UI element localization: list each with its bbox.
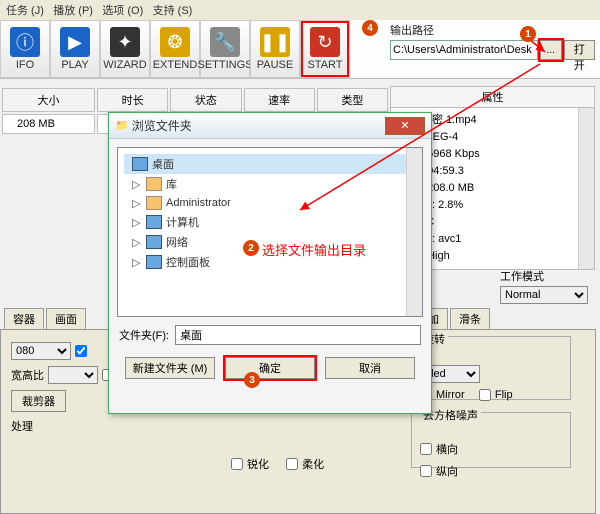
dialog-title: 浏览文件夹 xyxy=(132,117,385,134)
annotation-dot-3: 3 xyxy=(244,372,260,388)
rotation-group: 旋转 bled Mirror Flip xyxy=(411,336,571,400)
wand-icon: ✦ xyxy=(110,27,140,57)
folder-tree[interactable]: 桌面 ▷库 ▷Administrator ▷计算机 ▷网络 ▷控制面板 xyxy=(117,147,423,317)
start-button[interactable]: ↻START xyxy=(300,20,350,78)
crop-button[interactable]: 裁剪器 xyxy=(11,390,66,412)
menubar: 任务 (J) 播放 (P) 选项 (O) 支持 (S) xyxy=(0,0,600,20)
info-button[interactable]: ⓘIFO xyxy=(0,20,50,78)
flip-checkbox[interactable] xyxy=(479,389,491,401)
folder-icon xyxy=(146,196,162,210)
denoise-group: 去方格噪声 横向 纵向 xyxy=(411,412,571,468)
aspect-select[interactable] xyxy=(48,366,98,384)
new-folder-button[interactable]: 新建文件夹 (M) xyxy=(125,357,215,379)
expand-icon[interactable]: ▷ xyxy=(132,236,142,249)
expand-icon[interactable]: ▷ xyxy=(132,197,142,210)
browse-button[interactable]: ... xyxy=(540,40,562,60)
col-type[interactable]: 类型 xyxy=(317,88,388,112)
workmode-select[interactable]: Normal xyxy=(500,286,588,304)
settings-button[interactable]: 🔧SETTINGS xyxy=(200,20,250,78)
tree-node-computer[interactable]: ▷计算机 xyxy=(124,212,416,232)
scrollbar[interactable] xyxy=(578,108,594,269)
workmode-group: 工作模式 Normal xyxy=(500,268,588,304)
tree-node-lib[interactable]: ▷库 xyxy=(124,174,416,194)
desktop-icon xyxy=(132,157,148,171)
cp-icon xyxy=(146,255,162,269)
close-icon: ✕ xyxy=(400,119,409,132)
properties-header: 属性 xyxy=(390,86,595,108)
tree-node-desktop[interactable]: 桌面 xyxy=(124,154,416,174)
col-rate[interactable]: 速率 xyxy=(244,88,315,112)
folder-field-input[interactable] xyxy=(175,325,421,345)
menu-play[interactable]: 播放 (P) xyxy=(53,5,93,17)
output-path-label: 输出路径 xyxy=(390,22,595,38)
workmode-label: 工作模式 xyxy=(500,268,588,284)
col-duration[interactable]: 时长 xyxy=(97,88,168,112)
open-button[interactable]: 打开 xyxy=(564,40,595,60)
folder-icon: 📁 xyxy=(115,119,129,132)
cancel-button[interactable]: 取消 xyxy=(325,357,415,379)
browse-folder-dialog: 📁 浏览文件夹 ✕ 桌面 ▷库 ▷Administrator ▷计算机 ▷网络 … xyxy=(108,112,432,414)
denoise-h-checkbox[interactable] xyxy=(420,443,432,455)
tree-node-admin[interactable]: ▷Administrator xyxy=(124,194,416,212)
output-path-input[interactable] xyxy=(390,40,538,60)
output-path-group: 输出路径 ... 打开 xyxy=(390,22,595,60)
ok-button[interactable]: 确定 xyxy=(225,357,315,379)
col-status[interactable]: 状态 xyxy=(170,88,241,112)
soften-checkbox[interactable] xyxy=(286,458,298,470)
aspect-label: 宽高比 xyxy=(11,367,44,383)
sharpen-checkbox[interactable] xyxy=(231,458,243,470)
menu-support[interactable]: 支持 (S) xyxy=(153,5,193,17)
annotation-text: 选择文件输出目录 xyxy=(262,240,366,259)
info-icon: ⓘ xyxy=(10,27,40,57)
wizard-button[interactable]: ✦WIZARD xyxy=(100,20,150,78)
pause-button[interactable]: ❚❚PAUSE xyxy=(250,20,300,78)
puzzle-icon: ❂ xyxy=(160,27,190,57)
denoise-v-checkbox[interactable] xyxy=(420,465,432,477)
col-size[interactable]: 大小 xyxy=(2,88,95,112)
pause-icon: ❚❚ xyxy=(260,27,290,57)
expand-icon[interactable]: ▷ xyxy=(132,178,142,191)
network-icon xyxy=(146,235,162,249)
menu-options[interactable]: 选项 (O) xyxy=(102,5,143,17)
tab-slider[interactable]: 滑条 xyxy=(450,308,490,329)
annotation-dot-2: 2 xyxy=(243,240,259,256)
folder-field-label: 文件夹(F): xyxy=(119,327,169,343)
folder-icon xyxy=(146,177,162,191)
annotation-dot-4: 4 xyxy=(362,20,378,36)
wrench-icon: 🔧 xyxy=(210,27,240,57)
scrollbar[interactable] xyxy=(406,148,422,316)
computer-icon xyxy=(146,215,162,229)
resolution-select[interactable]: 080 xyxy=(11,342,71,360)
expand-icon[interactable]: ▷ xyxy=(132,256,142,269)
tab-container[interactable]: 容器 xyxy=(4,308,44,329)
start-icon: ↻ xyxy=(310,27,340,57)
expand-icon[interactable]: ▷ xyxy=(132,216,142,229)
annotation-dot-1: 1 xyxy=(520,26,536,42)
close-button[interactable]: ✕ xyxy=(385,117,425,135)
play-icon: ▶ xyxy=(60,27,90,57)
process-label: 处理 xyxy=(11,418,33,434)
menu-tasks[interactable]: 任务 (J) xyxy=(6,5,44,17)
play-button[interactable]: ▶PLAY xyxy=(50,20,100,78)
tab-frame[interactable]: 画面 xyxy=(46,308,86,329)
res-checkbox[interactable] xyxy=(75,345,87,357)
extend-button[interactable]: ❂EXTEND xyxy=(150,20,200,78)
